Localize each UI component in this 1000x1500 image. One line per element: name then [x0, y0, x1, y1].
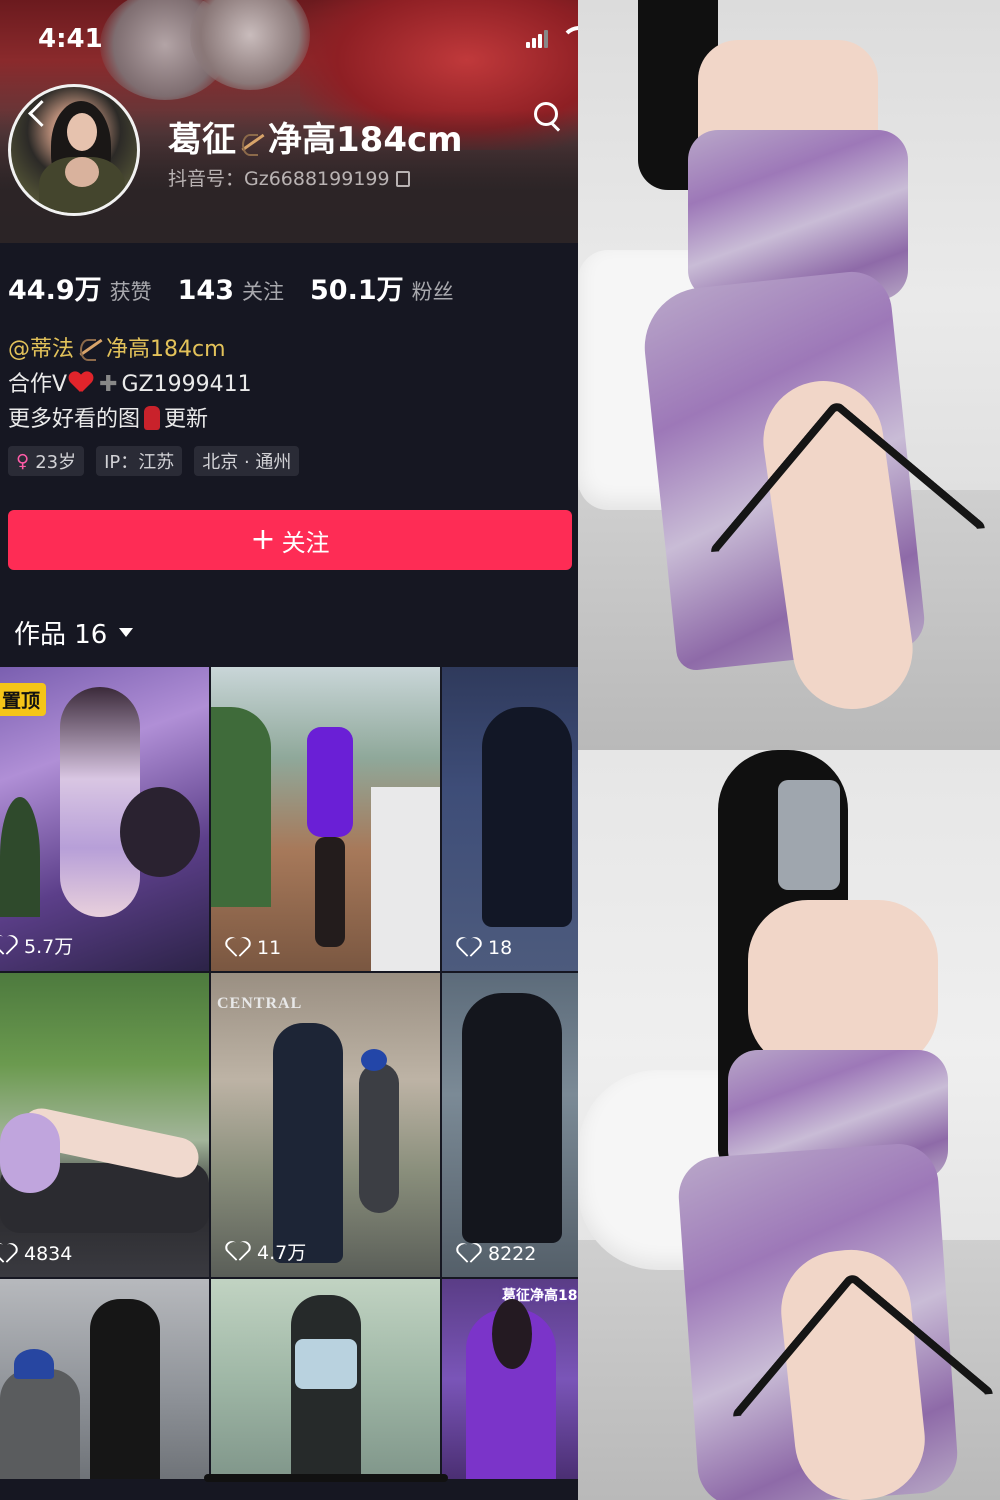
- female-icon: ♀: [16, 450, 30, 472]
- douyin-id-text: 抖音号：Gz6688199199: [168, 168, 390, 190]
- profile-screen: 4:41 葛征 净高184cm 抖音号：Gz6688199199 44.9万 获赞 …: [0, 0, 578, 1500]
- bio-update-text: 更新: [164, 407, 209, 432]
- profile-tags: ♀ 23岁 IP：江苏 北京 · 通州: [8, 446, 300, 476]
- signal-icon: [526, 30, 552, 48]
- like-count-text: 11: [257, 937, 282, 959]
- video-thumbnail[interactable]: 11: [211, 667, 440, 971]
- profile-stats: 44.9万 获赞 143 关注 50.1万 粉丝: [8, 268, 454, 307]
- like-count: 5.7万: [0, 932, 73, 959]
- like-count: 8222: [458, 1243, 536, 1265]
- like-count-text: 18: [488, 937, 513, 959]
- like-count: 4834: [0, 1243, 72, 1265]
- bio-line-contact: 合作V ✚ GZ1999411: [8, 367, 252, 402]
- tab-works[interactable]: 作品 16: [14, 614, 134, 651]
- video-thumbnail[interactable]: [0, 1279, 209, 1479]
- stat-followers[interactable]: 50.1万 粉丝: [310, 268, 454, 307]
- pinned-badge: 置顶: [0, 683, 47, 716]
- like-count-text: 5.7万: [24, 936, 74, 958]
- heart-outline-icon: [458, 1244, 480, 1264]
- follow-button-label: 关注: [281, 528, 330, 557]
- heart-outline-icon: [227, 938, 249, 958]
- douyin-id[interactable]: 抖音号：Gz6688199199: [168, 164, 410, 191]
- tag-age: ♀ 23岁: [8, 446, 85, 476]
- home-indicator[interactable]: [204, 1474, 448, 1482]
- photo-mirror-selfie-2: [578, 750, 1000, 1500]
- follow-button[interactable]: + 关注: [8, 510, 572, 570]
- storefront-sign: CENTRAL: [217, 995, 303, 1012]
- bio-mention-link[interactable]: @蒂法 净高184cm: [8, 332, 252, 367]
- plus-icon: ✚: [99, 372, 118, 397]
- stat-following[interactable]: 143 关注: [178, 275, 284, 306]
- like-count-text: 8222: [488, 1243, 537, 1265]
- red-heart-icon: [69, 372, 93, 394]
- caret-down-icon: [119, 628, 134, 637]
- plus-icon: +: [250, 522, 276, 557]
- tag-location: 北京 · 通州: [194, 446, 300, 476]
- tab-works-label: 作品 16: [14, 620, 108, 650]
- wifi-icon: [560, 26, 578, 48]
- status-time: 4:41: [38, 24, 103, 54]
- video-thumbnail[interactable]: CENTRAL 4.7万: [211, 973, 440, 1277]
- tag-ip: IP：江苏: [96, 446, 183, 476]
- like-count: 18: [458, 937, 512, 959]
- search-icon[interactable]: [532, 100, 566, 134]
- back-arrow-icon[interactable]: [22, 96, 52, 136]
- stat-label: 获赞: [109, 280, 152, 304]
- tag-age-text: 23岁: [35, 452, 77, 473]
- bio-contact-label: 合作V: [8, 372, 68, 397]
- tag-ip-text: IP：江苏: [104, 452, 175, 473]
- like-count-text: 4.7万: [257, 1242, 307, 1264]
- stat-likes[interactable]: 44.9万 获赞: [8, 268, 152, 307]
- like-count-text: 4834: [24, 1243, 73, 1265]
- stat-label: 关注: [242, 280, 284, 304]
- nickname-text: 葛征: [168, 120, 236, 160]
- bio-more-text: 更多好看的图: [8, 407, 141, 432]
- video-thumbnail[interactable]: 8222: [442, 973, 578, 1277]
- heart-outline-icon: [0, 936, 16, 956]
- video-thumbnail[interactable]: 4834: [0, 973, 209, 1277]
- video-thumbnail[interactable]: [211, 1279, 440, 1479]
- photo-mirror-selfie-1: [578, 0, 1000, 750]
- stat-value: 143: [177, 275, 234, 306]
- bow-arrow-icon: [238, 132, 266, 156]
- video-thumbnail[interactable]: 葛征净高18: [442, 1279, 578, 1479]
- bow-arrow-icon: [76, 337, 104, 361]
- stat-value: 44.9万: [8, 275, 102, 306]
- nickname-height: 净高184cm: [268, 120, 463, 160]
- bio-mention-height: 净高184cm: [106, 337, 226, 362]
- profile-bio: @蒂法 净高184cm 合作V ✚ GZ1999411 更多好看的图 更新: [8, 332, 252, 437]
- tag-location-text: 北京 · 通州: [202, 452, 292, 473]
- stat-value: 50.1万: [310, 275, 404, 306]
- heart-outline-icon: [227, 1242, 249, 1262]
- bio-line-more: 更多好看的图 更新: [8, 402, 252, 437]
- bio-contact-id: GZ1999411: [121, 372, 252, 397]
- red-ribbon-icon: [144, 406, 161, 430]
- bio-mention-name: @蒂法: [8, 337, 75, 362]
- like-count: 4.7万: [227, 1238, 306, 1265]
- copy-icon[interactable]: [395, 171, 410, 187]
- heart-outline-icon: [458, 938, 480, 958]
- video-thumbnail[interactable]: 置顶 5.7万: [0, 667, 209, 971]
- stat-label: 粉丝: [411, 280, 454, 304]
- video-thumbnail[interactable]: 18: [442, 667, 578, 971]
- heart-outline-icon: [0, 1244, 16, 1264]
- like-count: 11: [227, 937, 281, 959]
- profile-nickname: 葛征 净高184cm: [168, 112, 463, 161]
